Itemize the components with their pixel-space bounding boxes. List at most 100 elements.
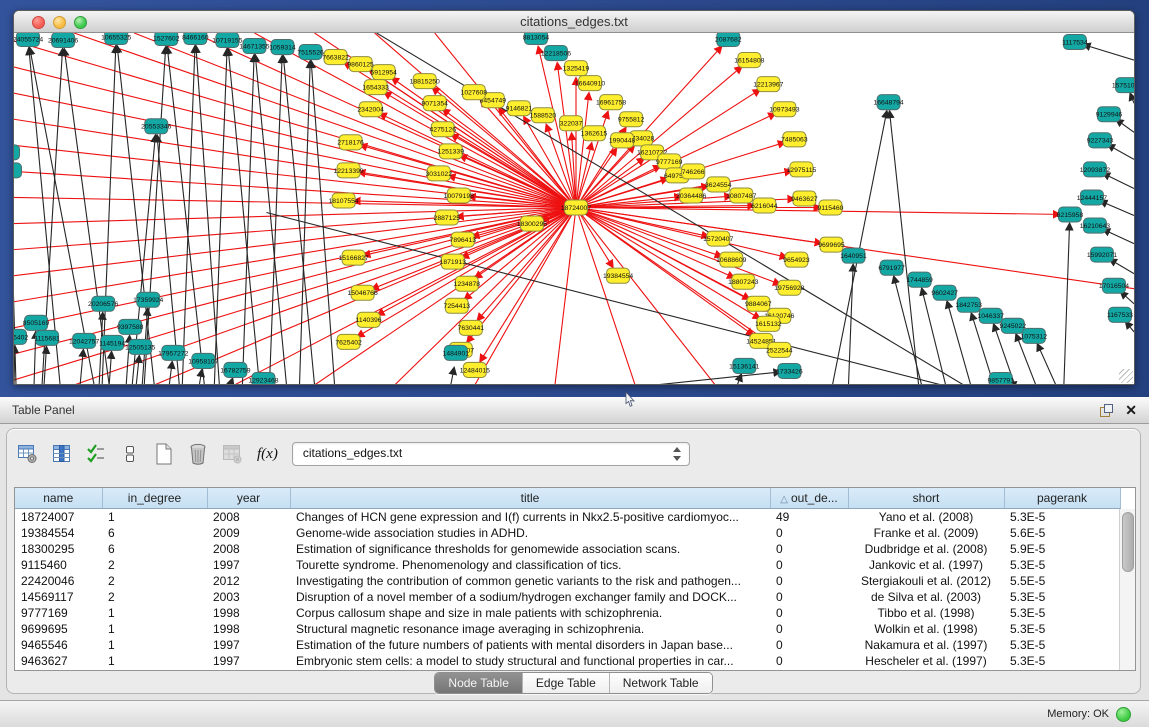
graph-node-label: 8813054 [523, 34, 550, 41]
table-row[interactable]: 1456911722003Disruption of a novel membe… [15, 589, 1120, 605]
cell-year: 2003 [207, 589, 290, 605]
graph-node-label: 20206576 [88, 301, 118, 308]
column-header-name[interactable]: name [15, 488, 102, 509]
graph-node-label: 7625402 [335, 339, 362, 346]
column-header-out_de[interactable]: △out_de... [770, 488, 848, 509]
column-header-pagerank[interactable]: pagerank [1004, 488, 1120, 509]
network-window-title: citations_edges.txt [14, 14, 1134, 29]
cell-short: Nakamura et al. (1997) [848, 637, 1004, 653]
tab-edge-table[interactable]: Edge Table [523, 673, 610, 693]
float-panel-icon[interactable] [1100, 404, 1113, 417]
table-scrollbar-thumb[interactable] [1122, 512, 1134, 572]
merge-rows-button[interactable] [117, 441, 142, 467]
graph-edge [167, 47, 204, 384]
graph-node-label: 6216044 [751, 203, 778, 210]
memory-status-icon[interactable] [1116, 707, 1131, 722]
cell-out_de: 0 [770, 525, 848, 541]
select-columns-button[interactable] [49, 441, 74, 467]
cell-short: Franke et al. (2009) [848, 525, 1004, 541]
cell-in_degree: 2 [102, 573, 207, 589]
cell-out_de: 0 [770, 589, 848, 605]
graph-node-label: 16210643 [1080, 223, 1110, 230]
graph-edge [283, 56, 314, 384]
graph-node-label: 1990448 [609, 138, 636, 145]
column-header-in_degree[interactable]: in_degree [102, 488, 207, 509]
table-row[interactable]: 977716911998Corpus callosum shape and si… [15, 605, 1120, 621]
graph-edge [1103, 229, 1134, 243]
table-row[interactable]: 2242004622012Investigating the contribut… [15, 573, 1120, 589]
cell-name: 9777169 [15, 605, 102, 621]
graph-node-label: 9227343 [1087, 138, 1114, 145]
graph-node-label: 9602427 [931, 290, 958, 297]
network-canvas[interactable]: 1872400718300295193845547663822986012559… [14, 33, 1134, 384]
graph-node-label: 12923468 [248, 377, 278, 384]
network-window[interactable]: citations_edges.txt 18724007183002951938… [13, 10, 1135, 385]
graph-node-label: 10655325 [101, 34, 131, 41]
graph-node-label: 16154808 [734, 57, 764, 64]
table-panel-title: Table Panel [12, 403, 75, 417]
graph-node-label: 1145194 [99, 340, 125, 347]
new-table-button[interactable] [151, 441, 176, 467]
graph-node-label: 24055724 [14, 36, 43, 43]
graph-node-label: 9857791 [988, 377, 1015, 384]
graph-edge [199, 370, 202, 384]
graph-node-label: 4275126 [430, 127, 457, 134]
network-window-titlebar[interactable]: citations_edges.txt [14, 11, 1134, 33]
graph-node-label: 15992071 [1087, 252, 1117, 259]
cell-year: 1998 [207, 621, 290, 637]
tab-network-table[interactable]: Network Table [610, 673, 712, 693]
select-rows-button[interactable] [83, 441, 108, 467]
graph-node-label: 12484015 [460, 367, 490, 374]
graph-node[interactable] [14, 163, 22, 178]
graph-node-label: 10958107 [188, 358, 218, 365]
table-row[interactable]: 1830029562008Estimation of significance … [15, 541, 1120, 557]
table-settings-button[interactable] [15, 441, 40, 467]
table-row[interactable]: 946362711997Embryonic stem cells: a mode… [15, 653, 1120, 669]
graph-edge [1110, 259, 1134, 273]
column-header-short[interactable]: short [848, 488, 1004, 509]
delete-table-button[interactable] [185, 441, 210, 467]
graph-node-label: 2342004 [357, 107, 384, 114]
graph-edge [1116, 120, 1134, 133]
table-panel-body: f(x) citations_edges.txt namein_degreeye… [0, 424, 1149, 700]
function-builder-button[interactable]: f(x) [257, 446, 278, 463]
column-header-title[interactable]: title [290, 488, 770, 509]
graph-node-label: 10807487 [726, 193, 756, 200]
graph-node-label: 15166827 [338, 255, 368, 262]
table-row[interactable]: 1938455462009Genome-wide association stu… [15, 525, 1120, 541]
graph-node-label: 8466160 [182, 34, 209, 41]
close-panel-icon[interactable]: ✕ [1125, 401, 1137, 419]
cell-title: Embryonic stem cells: a model to study s… [290, 653, 770, 669]
cell-in_degree: 2 [102, 589, 207, 605]
network-svg: 1872400718300295193845547663822986012559… [14, 33, 1134, 384]
cell-year: 1997 [207, 557, 290, 573]
table-selector-dropdown[interactable]: citations_edges.txt [292, 442, 690, 466]
cell-out_de: 0 [770, 573, 848, 589]
graph-edge [311, 61, 334, 384]
graph-node[interactable] [14, 145, 20, 160]
cell-year: 1997 [207, 637, 290, 653]
cell-name: 14569117 [15, 589, 102, 605]
table-row[interactable]: 946554611997Estimation of the future num… [15, 637, 1120, 653]
window-resize-grip[interactable] [1119, 369, 1133, 383]
node-table[interactable]: namein_degreeyeartitle△out_de...shortpag… [14, 487, 1136, 671]
table-row[interactable]: 1872400712008Changes of HCN gene express… [15, 509, 1120, 526]
graph-node-label: 2718176 [337, 140, 364, 147]
graph-node-label: 20364486 [676, 193, 706, 200]
cell-name: 9465546 [15, 637, 102, 653]
graph-edge [557, 63, 576, 207]
graph-node-label: 1527602 [153, 35, 180, 42]
graph-edge [576, 207, 787, 257]
graph-node-label: 17957272 [158, 350, 188, 357]
tab-node-table[interactable]: Node Table [435, 673, 523, 693]
table-selector-value: citations_edges.txt [303, 446, 402, 460]
table-scrollbar[interactable] [1119, 509, 1135, 670]
table-row[interactable]: 969969511998Structural magnetic resonanc… [15, 621, 1120, 637]
cell-pagerank: 5.3E-5 [1004, 605, 1120, 621]
graph-node-label: 10973493 [769, 107, 799, 114]
column-header-year[interactable]: year [207, 488, 290, 509]
graph-node-label: 17359924 [133, 297, 163, 304]
graph-node-label: 2887125 [434, 215, 461, 222]
table-row[interactable]: 911546021997Tourette syndrome. Phenomeno… [15, 557, 1120, 573]
graph-node-label: 18107554 [328, 198, 358, 205]
